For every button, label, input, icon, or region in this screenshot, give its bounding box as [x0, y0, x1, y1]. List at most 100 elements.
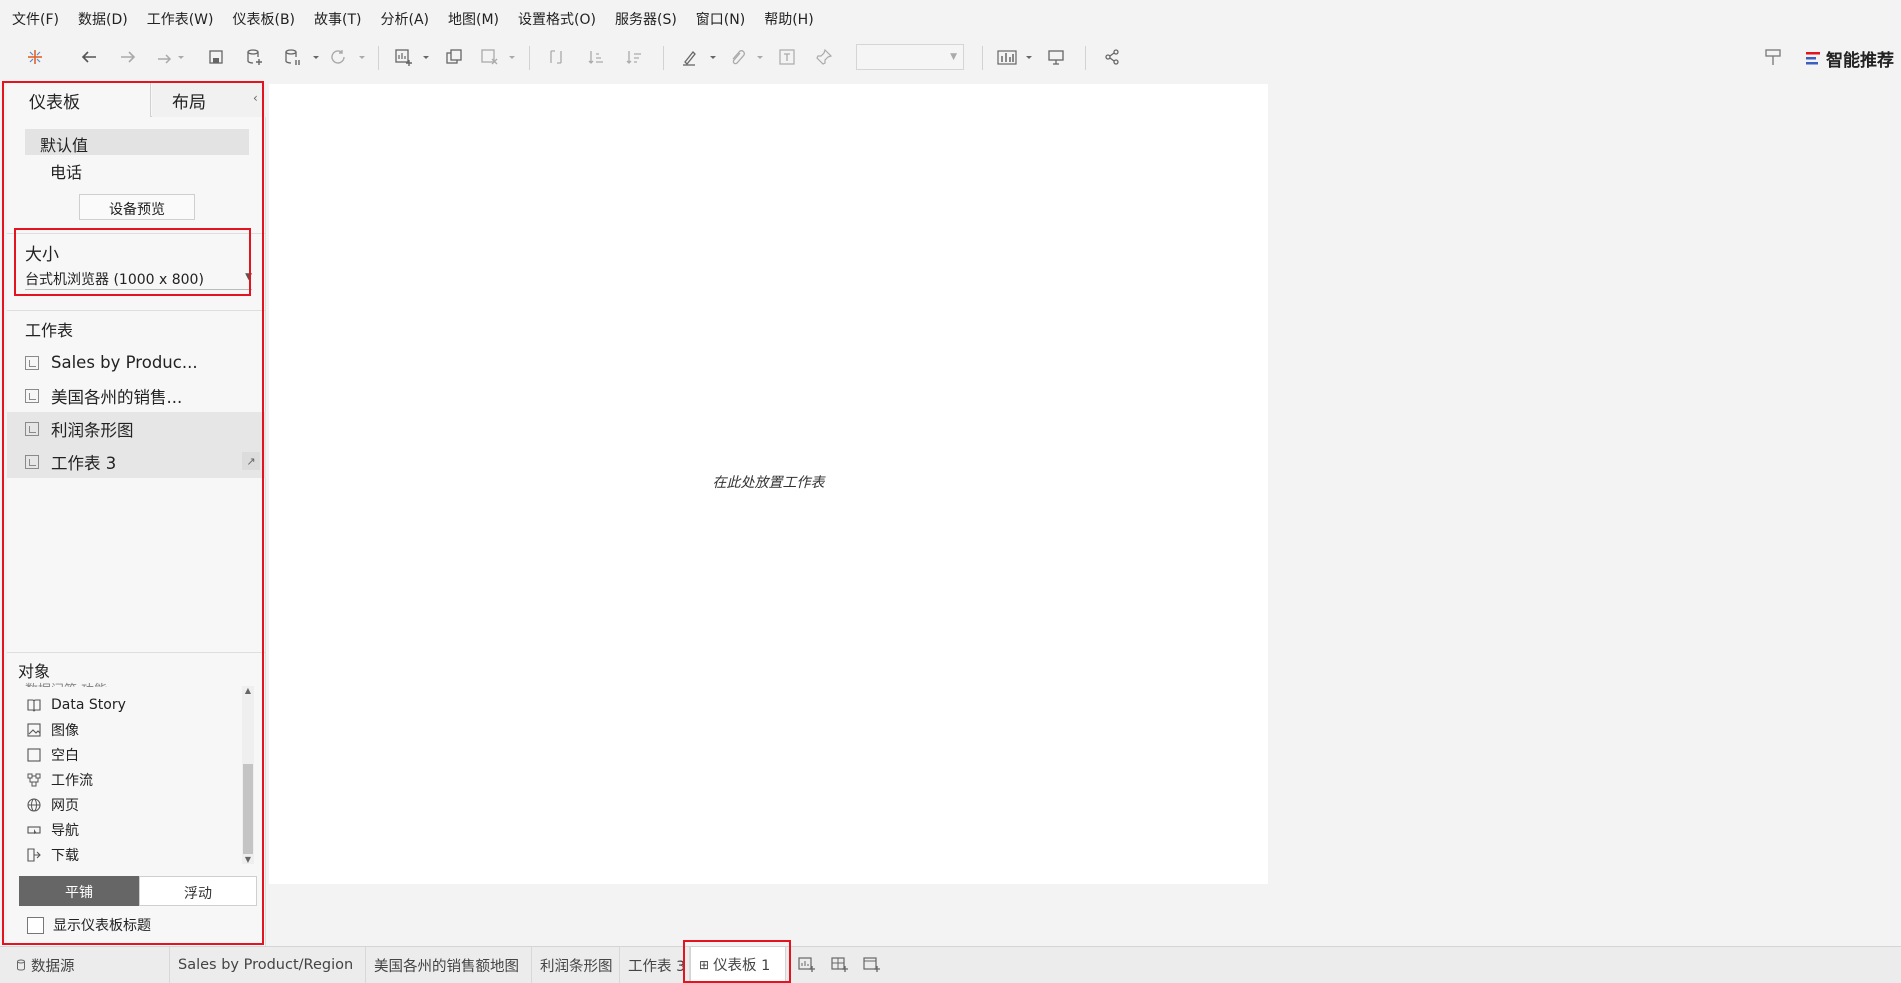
- object-item-partial: 数据问答 功能: [25, 679, 107, 687]
- dashboard-tab-icon: ⊞: [699, 957, 710, 972]
- floating-toggle[interactable]: 浮动: [139, 876, 257, 906]
- device-default[interactable]: 默认值: [25, 129, 249, 155]
- tiled-toggle[interactable]: 平铺: [19, 876, 139, 906]
- device-preview-button[interactable]: 设备预览: [79, 194, 195, 220]
- object-webpage[interactable]: 网页: [25, 794, 79, 816]
- scroll-up-icon[interactable]: ▲: [242, 686, 254, 695]
- tab-label: 仪表板 1: [713, 958, 771, 974]
- sheets-label: 工作表: [25, 321, 74, 340]
- sheet-item[interactable]: 美国各州的销售...: [7, 379, 266, 412]
- menu-worksheet[interactable]: 工作表(W): [147, 9, 214, 29]
- show-title-checkbox[interactable]: [27, 916, 44, 934]
- scroll-down-icon[interactable]: ▼: [242, 855, 254, 864]
- pin-icon[interactable]: [813, 46, 835, 68]
- globe-icon: [25, 797, 43, 813]
- image-icon: [25, 722, 43, 738]
- object-label: 工作流: [51, 773, 93, 789]
- highlight-icon[interactable]: [680, 46, 720, 68]
- scroll-thumb[interactable]: [243, 764, 253, 854]
- show-dashboard-title[interactable]: 显示仪表板标题: [27, 915, 151, 935]
- collapse-panel-icon[interactable]: ‹: [253, 91, 258, 105]
- tab-dashboard-active[interactable]: ⊞ 仪表板 1: [690, 947, 786, 983]
- presenter-stand-icon[interactable]: [1762, 46, 1784, 68]
- menu-format[interactable]: 设置格式(O): [518, 9, 596, 29]
- tab-sheet[interactable]: 美国各州的销售额地图: [366, 947, 532, 983]
- menu-file[interactable]: 文件(F): [12, 9, 59, 29]
- chevron-down-icon: ▼: [245, 272, 252, 282]
- tab-sheet[interactable]: 工作表 3: [620, 947, 690, 983]
- go-to-sheet-icon[interactable]: ↗: [242, 452, 260, 470]
- menu-help[interactable]: 帮助(H): [764, 9, 813, 29]
- save-icon[interactable]: [206, 46, 226, 68]
- menu-dashboard[interactable]: 仪表板(B): [232, 9, 295, 29]
- menu-data[interactable]: 数据(D): [78, 9, 128, 29]
- menu-story[interactable]: 故事(T): [314, 9, 361, 29]
- sheet-item-label: 利润条形图: [51, 420, 134, 440]
- smart-recommend-label: 智能推荐: [1826, 51, 1894, 71]
- object-image[interactable]: 图像: [25, 719, 79, 741]
- new-dashboard-tab-icon[interactable]: [830, 956, 850, 974]
- forward-icon[interactable]: [155, 46, 185, 68]
- presentation-icon[interactable]: [1045, 46, 1067, 68]
- worksheet-icon: [25, 355, 39, 370]
- sheet-item[interactable]: Sales by Produc...: [7, 346, 266, 379]
- undo-icon[interactable]: [78, 46, 100, 68]
- dashboard-side-panel: 仪表板 布局 ‹ 默认值 电话 设备预览 大小 台式机浏览器 (1000 x 8…: [7, 82, 266, 946]
- sort-descending-icon[interactable]: [623, 46, 645, 68]
- tab-datasource[interactable]: 数据源: [0, 947, 170, 983]
- object-label: 导航: [51, 823, 79, 839]
- object-data-story[interactable]: Data Story: [25, 694, 126, 716]
- object-label: 网页: [51, 798, 79, 814]
- clear-icon[interactable]: [479, 46, 519, 68]
- menu-bar: 文件(F) 数据(D) 工作表(W) 仪表板(B) 故事(T) 分析(A) 地图…: [0, 0, 1901, 38]
- tableau-logo-icon[interactable]: [24, 46, 46, 68]
- sheet-item-label: 工作表 3: [51, 453, 117, 473]
- object-workflow[interactable]: 工作流: [25, 769, 93, 791]
- object-download[interactable]: 下载: [25, 844, 79, 866]
- datasource-icon: [17, 959, 25, 971]
- new-worksheet-tab-icon[interactable]: [797, 956, 817, 974]
- sheet-item[interactable]: 利润条形图: [7, 412, 266, 445]
- tab-label: 利润条形图: [540, 958, 613, 975]
- fit-select[interactable]: ▼: [856, 44, 964, 70]
- sheet-item[interactable]: 工作表 3 ↗: [7, 445, 266, 478]
- duplicate-icon[interactable]: [443, 46, 465, 68]
- redo-icon[interactable]: [117, 46, 139, 68]
- menu-map[interactable]: 地图(M): [448, 9, 499, 29]
- tab-dashboard[interactable]: 仪表板: [7, 82, 151, 117]
- menu-window[interactable]: 窗口(N): [696, 9, 745, 29]
- worksheet-icon: [25, 454, 39, 469]
- swap-icon[interactable]: [545, 46, 567, 68]
- object-label: 空白: [51, 748, 79, 764]
- size-label: 大小: [25, 245, 59, 265]
- tab-sheet[interactable]: 利润条形图: [532, 947, 620, 983]
- size-dropdown[interactable]: 台式机浏览器 (1000 x 800) ▼: [25, 266, 252, 290]
- sort-ascending-icon[interactable]: [585, 46, 607, 68]
- new-story-tab-icon[interactable]: [862, 956, 882, 974]
- new-worksheet-icon[interactable]: [393, 46, 433, 68]
- object-blank[interactable]: 空白: [25, 744, 79, 766]
- share-icon[interactable]: [1101, 46, 1123, 68]
- label-icon[interactable]: [776, 46, 798, 68]
- show-me-icon[interactable]: [996, 46, 1036, 68]
- book-icon: [25, 697, 43, 713]
- objects-scrollbar[interactable]: ▲ ▼: [242, 686, 254, 864]
- menu-server[interactable]: 服务器(S): [615, 9, 677, 29]
- dashboard-canvas[interactable]: 在此处放置工作表: [269, 84, 1268, 884]
- smart-recommend-button[interactable]: 智能推荐: [1806, 46, 1894, 71]
- menu-analysis[interactable]: 分析(A): [381, 9, 430, 29]
- toolbar: ▼: [0, 38, 1901, 76]
- tab-layout[interactable]: 布局: [152, 82, 266, 117]
- tab-sheet[interactable]: Sales by Product/Region: [170, 947, 366, 983]
- pause-updates-icon[interactable]: [283, 46, 323, 68]
- object-navigation[interactable]: 导航: [25, 819, 79, 841]
- device-phone[interactable]: 电话: [50, 159, 82, 183]
- divider: [7, 233, 266, 234]
- smart-recommend-icon: [1806, 51, 1820, 64]
- tab-label: 工作表 3: [628, 958, 686, 975]
- divider: [7, 652, 266, 653]
- new-datasource-icon[interactable]: [244, 46, 266, 68]
- refresh-icon[interactable]: [329, 46, 369, 68]
- attach-icon[interactable]: [727, 46, 767, 68]
- blank-icon: [25, 747, 43, 763]
